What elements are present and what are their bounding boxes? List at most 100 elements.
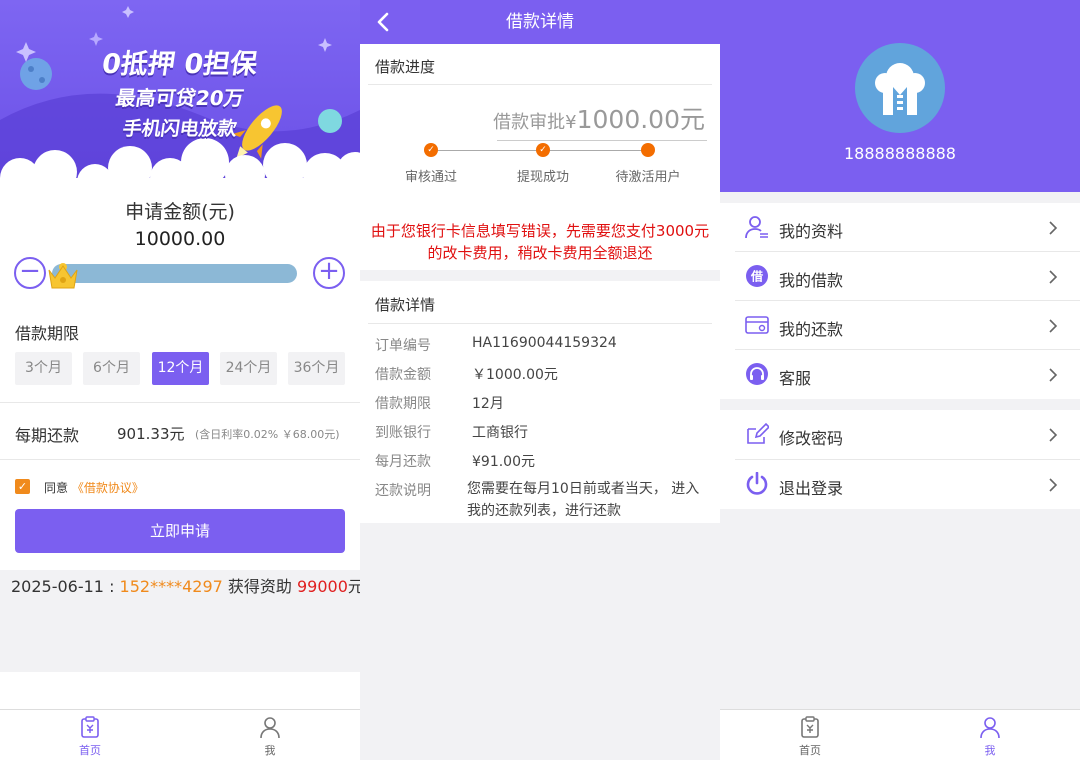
- term-option-36[interactable]: 36个月: [288, 352, 345, 385]
- ticker-text: 获得资助: [222, 577, 297, 596]
- ticker-amount: 99000: [297, 577, 348, 596]
- user-icon: [260, 717, 280, 739]
- menu-my-repayments[interactable]: 我的还款: [735, 301, 1080, 350]
- tab-me[interactable]: 我: [900, 710, 1080, 760]
- tab-home-label: 首页: [79, 744, 101, 757]
- increase-amount-button[interactable]: +: [313, 257, 345, 289]
- repay-note-label: 还款说明: [375, 483, 431, 499]
- chevron-right-icon: [1049, 428, 1058, 442]
- menu-change-password[interactable]: 修改密码: [735, 410, 1080, 460]
- term-option-24[interactable]: 24个月: [220, 352, 277, 385]
- menu-my-loans-label: 我的借款: [779, 271, 844, 290]
- step-2-check-icon: ✓: [536, 143, 550, 157]
- nav-title: 借款详情: [506, 12, 574, 32]
- order-number-value: HA11690044159324: [472, 335, 617, 351]
- divider: [368, 84, 712, 85]
- divider: [497, 140, 707, 141]
- menu-my-loans[interactable]: 借 我的借款: [735, 252, 1080, 301]
- back-arrow-icon[interactable]: [374, 10, 394, 34]
- tab-me-label: 我: [264, 744, 276, 757]
- menu-group-account: 修改密码 退出登录: [720, 410, 1080, 509]
- profile-screen: 18888888888 我的资料 借 我的借款 我的还款 客服 修改密码 退出登…: [720, 0, 1080, 760]
- repay-note-value: 您需要在每月10日前或者当天， 进入我的还款列表，进行还款: [467, 481, 700, 519]
- bank-value: 工商银行: [472, 425, 528, 441]
- agreement-text: 同意 《借款协议》: [44, 479, 144, 496]
- term-option-3[interactable]: 3个月: [15, 352, 72, 385]
- menu-my-profile[interactable]: 我的资料: [735, 203, 1080, 252]
- term-option-6[interactable]: 6个月: [83, 352, 140, 385]
- monthly-repay-value: ¥91.00元: [472, 454, 535, 470]
- repayment-note: (含日利率0.02% ￥68.00元): [195, 428, 340, 441]
- loan-term-value: 12月: [472, 396, 504, 412]
- chevron-right-icon: [1049, 478, 1058, 492]
- step-2-label: 提现成功: [516, 170, 569, 185]
- ticker-suffix: 元!: [347, 577, 360, 596]
- cloud-user-icon: [875, 63, 925, 115]
- progress-title: 借款进度: [375, 58, 436, 76]
- divider: [0, 402, 360, 403]
- menu-customer-service[interactable]: 客服: [735, 350, 1080, 399]
- borrow-icon-glyph: 借: [750, 269, 763, 284]
- menu-logout-label: 退出登录: [779, 479, 844, 498]
- crown-slider-handle-icon[interactable]: [46, 258, 80, 292]
- approval-status-label: 借款审批¥: [493, 112, 577, 133]
- detail-title: 借款详情: [375, 296, 436, 314]
- funding-ticker: 2025-06-11 : 152****4297 获得资助 99000元!: [11, 573, 360, 597]
- profile-header: 18888888888: [720, 0, 1080, 192]
- profile-icon: [745, 216, 768, 239]
- repayment-value: 901.33元: [117, 425, 185, 443]
- agree-label: 同意: [44, 481, 69, 495]
- step-1-label: 审核通过: [404, 170, 457, 185]
- bottom-tab-bar: 首页 我: [720, 709, 1080, 760]
- menu-my-profile-label: 我的资料: [779, 222, 844, 241]
- chevron-right-icon: [1049, 221, 1058, 235]
- promo-banner[interactable]: 0抵押 0担保 最高可贷20万 手机闪电放款: [0, 0, 360, 190]
- tab-me-label: 我: [984, 744, 996, 757]
- chevron-right-icon: [1049, 368, 1058, 382]
- step-1-check-icon: ✓: [424, 143, 438, 157]
- home-screen: 0抵押 0担保 最高可贷20万 手机闪电放款 申请金额(元) 10000.00 …: [0, 0, 360, 760]
- ticker-phone: 152****4297: [119, 577, 223, 596]
- ticker-date: 2025-06-11 :: [11, 577, 120, 596]
- card-icon: [745, 316, 769, 334]
- tab-home[interactable]: 首页: [0, 710, 180, 760]
- order-number-label: 订单编号: [375, 338, 431, 354]
- loan-agreement-link[interactable]: 《借款协议》: [72, 481, 144, 495]
- banner-subline: 最高可贷20万: [114, 86, 246, 110]
- divider: [368, 323, 712, 324]
- apply-amount-label: 申请金额(元): [125, 201, 235, 223]
- tab-me[interactable]: 我: [180, 710, 360, 760]
- amount-slider-track[interactable]: [52, 264, 297, 283]
- menu-change-password-label: 修改密码: [779, 429, 844, 448]
- user-phone: 18888888888: [844, 144, 956, 163]
- chevron-right-icon: [1049, 319, 1058, 333]
- apply-now-button[interactable]: 立即申请: [15, 509, 345, 553]
- bank-label: 到账银行: [375, 425, 431, 441]
- headset-icon: [746, 363, 768, 385]
- loan-detail-card: 借款详情 订单编号 HA11690044159324 借款金额 ￥1000.00…: [360, 281, 720, 523]
- decrease-amount-button[interactable]: −: [14, 257, 46, 289]
- banner-tagline: 手机闪电放款: [121, 118, 239, 140]
- apply-amount-value: 10000.00: [134, 228, 226, 250]
- loan-amount-value: ￥1000.00元: [472, 367, 558, 383]
- agree-checkbox[interactable]: ✓: [15, 479, 30, 494]
- user-icon: [980, 717, 1000, 739]
- loan-amount-label: 借款金额: [375, 367, 431, 383]
- avatar[interactable]: [855, 43, 945, 133]
- tab-home[interactable]: 首页: [720, 710, 900, 760]
- approval-status: 借款审批¥1000.00元: [493, 100, 705, 136]
- home-icon: [81, 716, 99, 738]
- divider: [0, 459, 360, 460]
- menu-logout[interactable]: 退出登录: [735, 460, 1080, 509]
- loan-term-title: 借款期限: [15, 324, 80, 343]
- approval-amount: 1000.00元: [576, 105, 705, 134]
- borrow-icon: 借: [746, 265, 768, 287]
- edit-icon: [747, 422, 769, 444]
- loan-term-label: 借款期限: [375, 396, 431, 412]
- menu-my-repayments-label: 我的还款: [779, 320, 844, 339]
- repayment-label: 每期还款: [15, 426, 80, 445]
- term-option-12[interactable]: 12个月: [152, 352, 209, 385]
- menu-customer-service-label: 客服: [779, 369, 812, 388]
- progress-card: 借款进度 借款审批¥1000.00元 ✓ ✓ 审核通过 提现成功 待激活用户 由…: [360, 44, 720, 270]
- loan-detail-screen: 借款详情 借款进度 借款审批¥1000.00元 ✓ ✓ 审核通过 提现成功 待激…: [360, 0, 720, 760]
